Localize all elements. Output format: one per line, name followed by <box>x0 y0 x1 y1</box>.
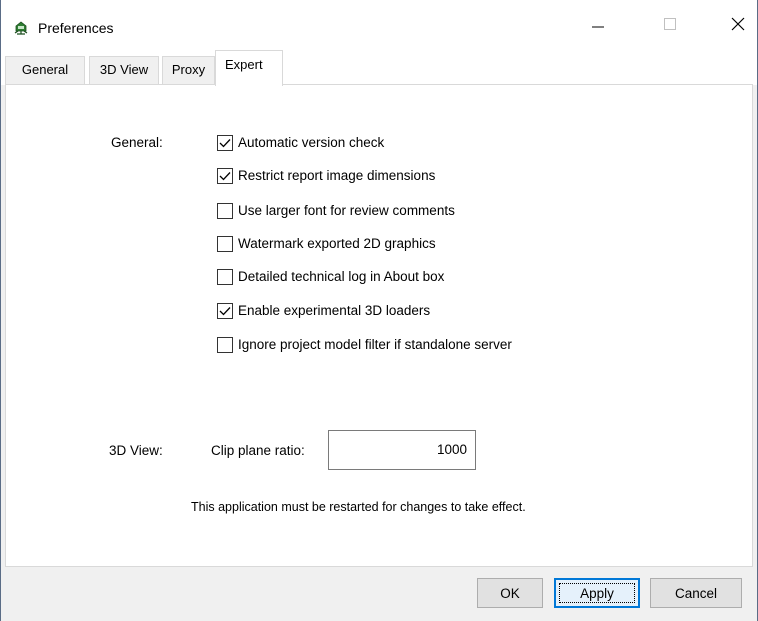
checkbox-label: Restrict report image dimensions <box>238 168 436 183</box>
checkbox-automatic-version-check[interactable] <box>217 135 233 151</box>
expert-tab-panel <box>5 84 753 567</box>
option-enable-experimental-3d-loaders[interactable]: Enable experimental 3D loaders <box>217 302 430 320</box>
app-icon <box>13 20 29 36</box>
close-icon <box>731 17 745 30</box>
tab-expert[interactable]: Expert <box>215 50 283 86</box>
checkbox-restrict-report-image-dimensions[interactable] <box>217 168 233 184</box>
checkbox-label: Detailed technical log in About box <box>238 269 445 284</box>
checkbox-label: Enable experimental 3D loaders <box>238 303 431 318</box>
checkbox-watermark-exported-2d-graphics[interactable] <box>217 236 233 252</box>
maximize-icon <box>664 17 676 30</box>
option-restrict-report-image-dimensions[interactable]: Restrict report image dimensions <box>217 167 435 185</box>
window-title: Preferences <box>38 20 114 36</box>
checkbox-label: Use larger font for review comments <box>238 203 455 218</box>
tab-proxy[interactable]: Proxy <box>162 56 215 84</box>
option-watermark-exported-2d-graphics[interactable]: Watermark exported 2D graphics <box>217 235 436 253</box>
restart-note: This application must be restarted for c… <box>191 500 526 514</box>
tab-3d-view[interactable]: 3D View <box>89 56 159 84</box>
checkbox-detailed-technical-log[interactable] <box>217 269 233 285</box>
checkmark-icon <box>219 172 231 181</box>
maximize-button[interactable] <box>647 0 693 47</box>
checkbox-use-larger-font[interactable] <box>217 203 233 219</box>
checkbox-label: Ignore project model filter if standalon… <box>238 337 512 352</box>
preferences-window: Preferences General 3D View Proxy Expert… <box>0 0 758 621</box>
checkbox-ignore-project-model-filter[interactable] <box>217 337 233 353</box>
option-automatic-version-check[interactable]: Automatic version check <box>217 134 384 152</box>
tab-strip: General 3D View Proxy Expert <box>1 47 757 86</box>
checkbox-enable-experimental-3d-loaders[interactable] <box>217 303 233 319</box>
option-use-larger-font[interactable]: Use larger font for review comments <box>217 202 455 220</box>
close-button[interactable] <box>715 0 758 47</box>
checkmark-icon <box>219 139 231 148</box>
3d-view-section-label: 3D View: <box>109 443 163 458</box>
checkbox-label: Watermark exported 2D graphics <box>238 236 436 251</box>
apply-button-label: Apply <box>580 585 614 601</box>
apply-button[interactable]: Apply <box>554 578 640 608</box>
minimize-icon <box>592 26 604 27</box>
option-ignore-project-model-filter[interactable]: Ignore project model filter if standalon… <box>217 336 512 354</box>
checkmark-icon <box>219 307 231 316</box>
option-detailed-technical-log[interactable]: Detailed technical log in About box <box>217 268 444 286</box>
clip-plane-ratio-input[interactable]: 1000 <box>328 430 476 470</box>
title-bar: Preferences <box>1 0 757 47</box>
checkbox-label: Automatic version check <box>238 135 385 150</box>
ok-button[interactable]: OK <box>477 578 543 608</box>
tab-general[interactable]: General <box>5 56 85 84</box>
general-section-label: General: <box>111 135 163 150</box>
cancel-button[interactable]: Cancel <box>650 578 742 608</box>
minimize-button[interactable] <box>575 0 621 47</box>
clip-plane-ratio-label: Clip plane ratio: <box>211 443 305 458</box>
